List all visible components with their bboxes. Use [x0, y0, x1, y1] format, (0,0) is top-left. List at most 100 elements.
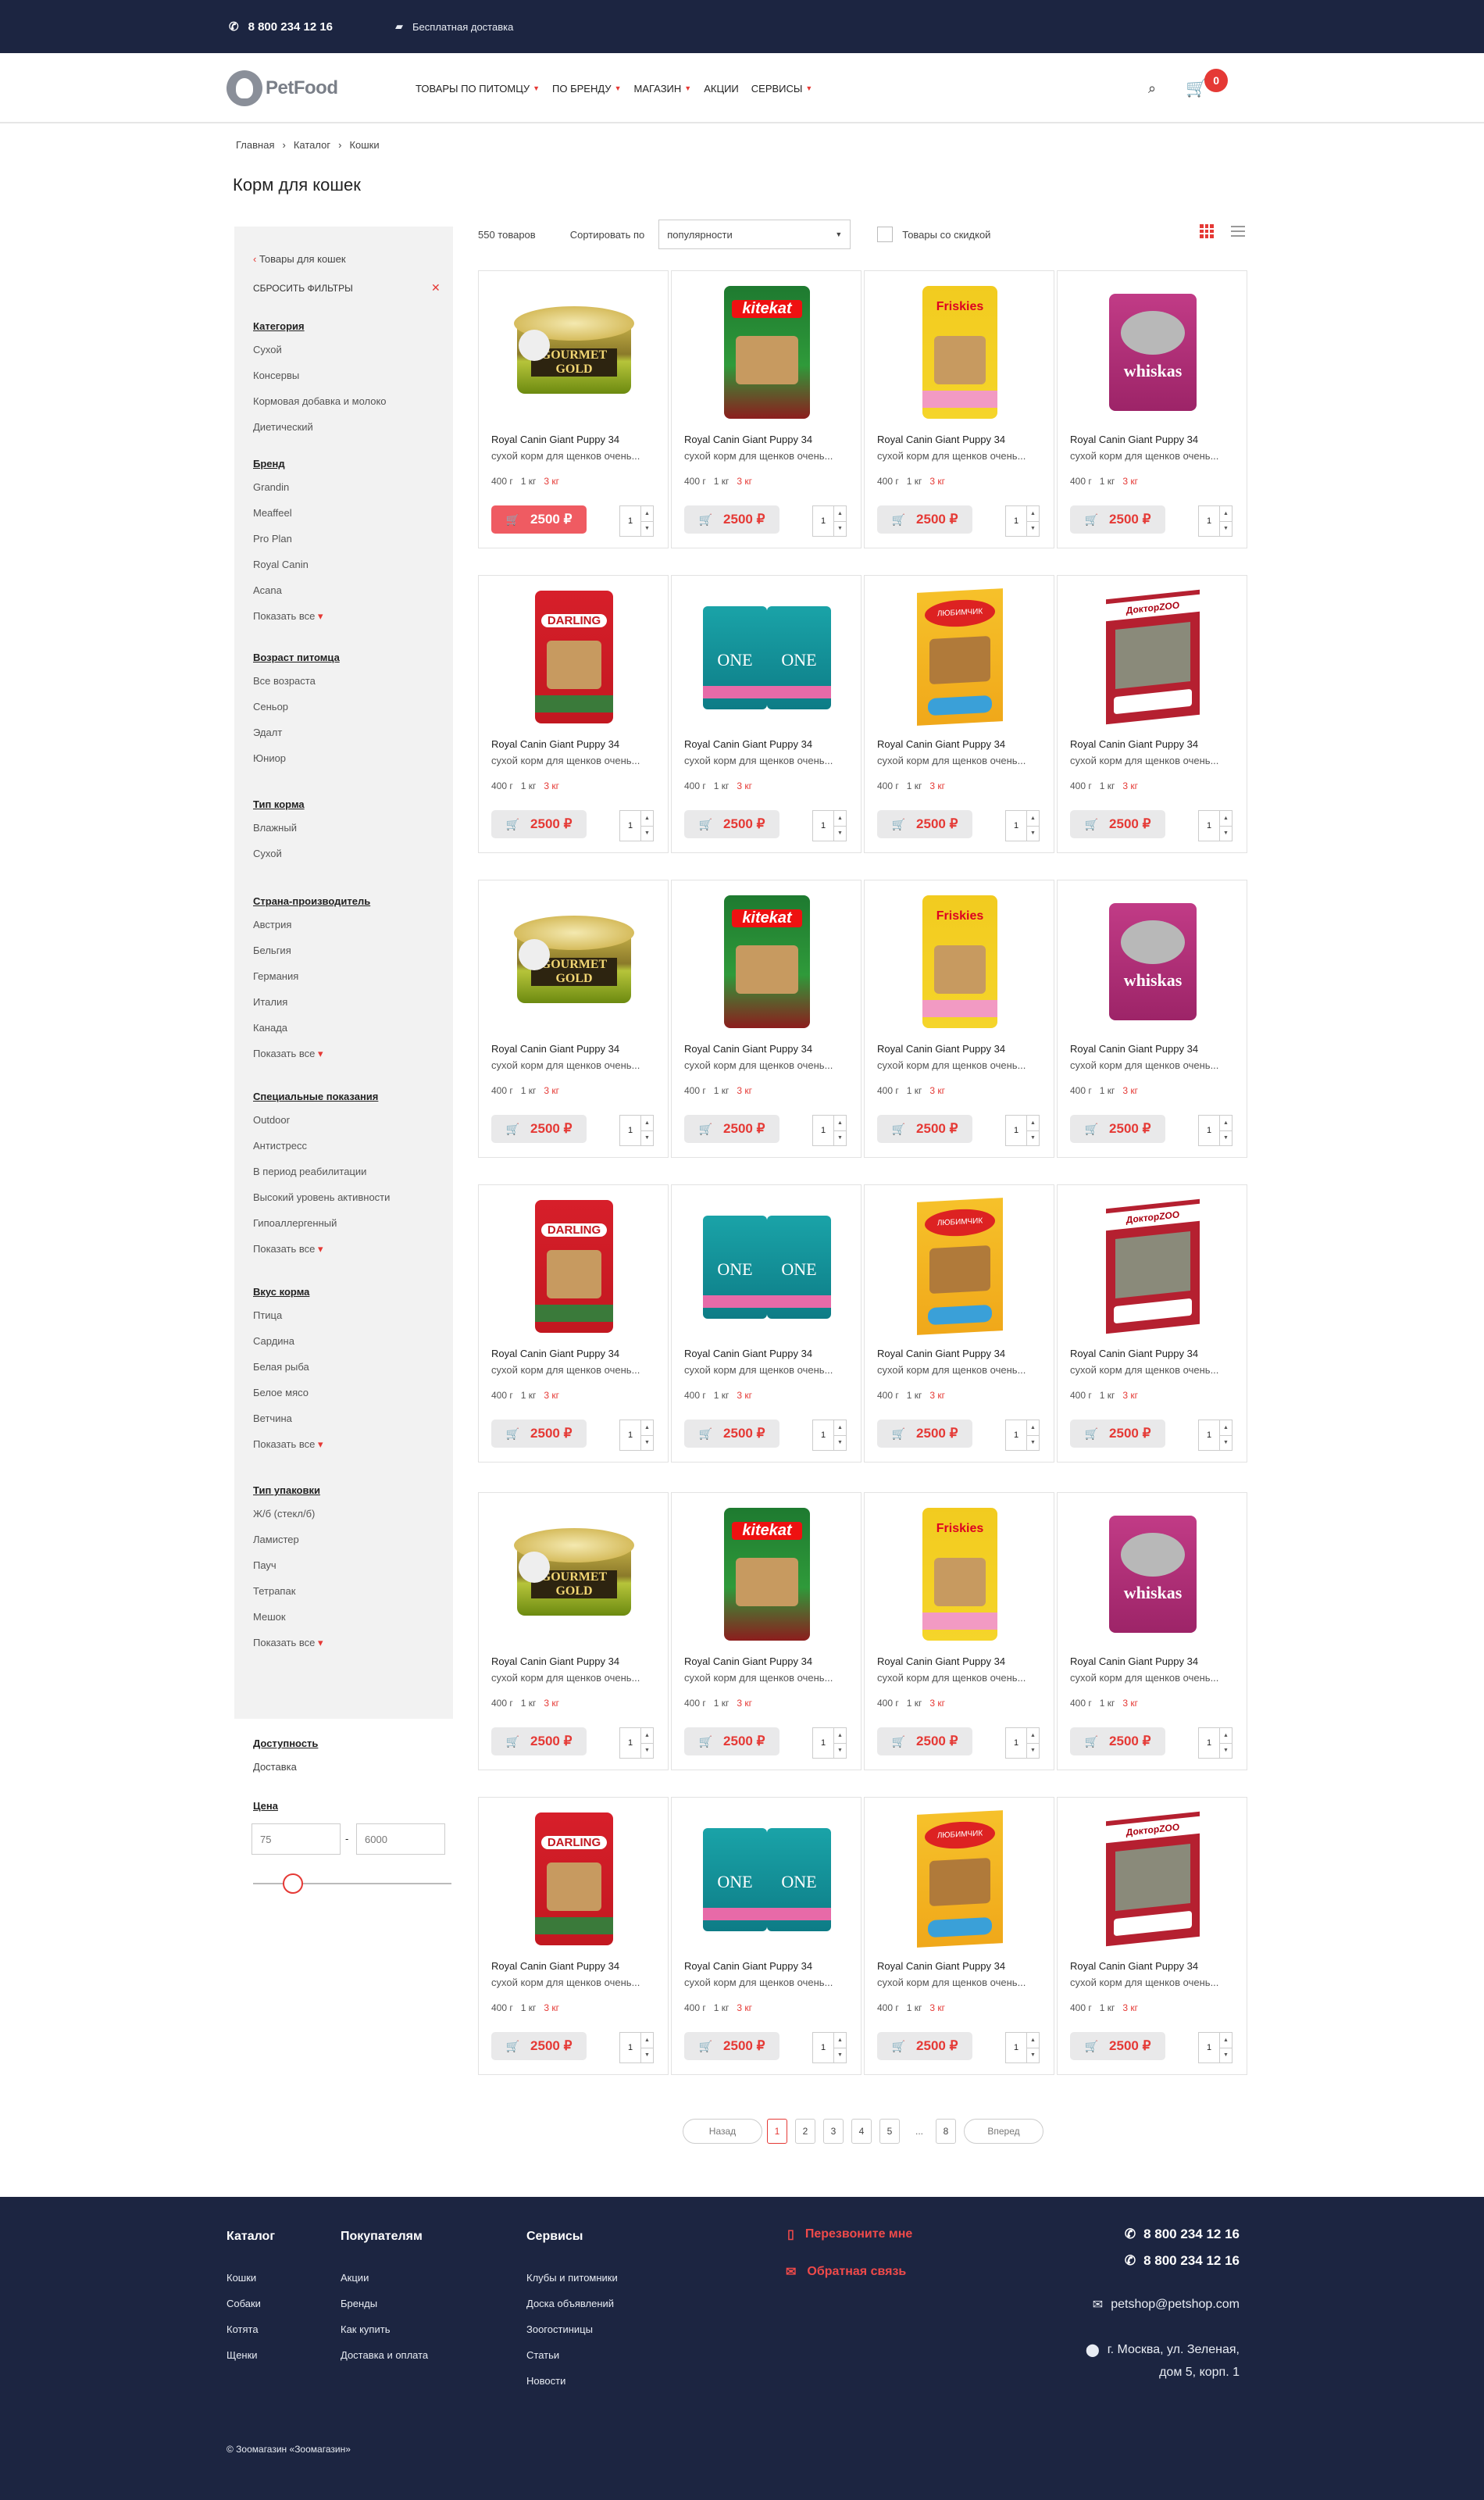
arrow-down-icon[interactable]: ▼ — [1027, 520, 1039, 537]
weight-option[interactable]: 1 кг — [907, 1085, 922, 1096]
arrow-down-icon[interactable]: ▼ — [1027, 825, 1039, 841]
product-card[interactable]: kitekat Royal Canin Giant Puppy 34 сухой к… — [671, 270, 862, 548]
arrow-down-icon[interactable]: ▼ — [834, 1434, 846, 1451]
product-name[interactable]: Royal Canin Giant Puppy 34 — [491, 1043, 619, 1055]
footer-link[interactable]: Кошки — [227, 2272, 256, 2284]
weight-option[interactable]: 3 кг — [929, 1085, 945, 1096]
weight-option[interactable]: 3 кг — [544, 780, 559, 791]
add-to-cart-button[interactable]: 🛒 2500 ₽ — [877, 1115, 972, 1143]
weight-option[interactable]: 1 кг — [907, 1390, 922, 1401]
add-to-cart-button[interactable]: 🛒 2500 ₽ — [877, 1420, 972, 1448]
weight-option[interactable]: 400 г — [684, 780, 706, 791]
product-name[interactable]: Royal Canin Giant Puppy 34 — [877, 1348, 1005, 1359]
search-icon[interactable]: ⌕ — [1148, 80, 1156, 97]
product-name[interactable]: Royal Canin Giant Puppy 34 — [877, 434, 1005, 445]
product-image[interactable]: Friskies — [882, 1504, 1038, 1645]
pagination-page[interactable]: 3 — [823, 2119, 844, 2144]
show-all-link[interactable]: Показать все ▾ — [253, 1637, 323, 1649]
add-to-cart-button[interactable]: 🛒 2500 ₽ — [491, 2032, 587, 2060]
product-card[interactable]: GOURMET GOLD Royal Canin Giant Puppy 34 сух… — [478, 270, 669, 548]
product-image[interactable]: GOURMET GOLD — [496, 1504, 652, 1645]
breadcrumb-item[interactable]: Главная — [236, 139, 274, 151]
product-name[interactable]: Royal Canin Giant Puppy 34 — [491, 434, 619, 445]
product-name[interactable]: Royal Canin Giant Puppy 34 — [684, 1655, 812, 1667]
weight-option[interactable]: 3 кг — [1122, 1698, 1138, 1709]
product-name[interactable]: Royal Canin Giant Puppy 34 — [1070, 1960, 1198, 1972]
quantity-stepper[interactable]: 1 ▲ ▼ — [812, 505, 847, 537]
add-to-cart-button[interactable]: 🛒 2500 ₽ — [491, 810, 587, 838]
pagination-page[interactable]: 2 — [795, 2119, 815, 2144]
quantity-value[interactable]: 1 — [1199, 1116, 1219, 1145]
quantity-stepper[interactable]: 1 ▲ ▼ — [619, 1420, 654, 1451]
weight-option[interactable]: 400 г — [877, 1698, 899, 1709]
filter-group-title[interactable]: Тип упаковки — [253, 1484, 320, 1496]
product-card[interactable]: Friskies Royal Canin Giant Puppy 34 сухой … — [864, 880, 1054, 1158]
quantity-value[interactable]: 1 — [1006, 506, 1026, 536]
arrow-down-icon[interactable]: ▼ — [1027, 1742, 1039, 1759]
footer-link[interactable]: Клубы и питомники — [526, 2272, 618, 2284]
weight-option[interactable]: 1 кг — [907, 476, 922, 487]
product-name[interactable]: Royal Canin Giant Puppy 34 — [491, 1655, 619, 1667]
arrow-up-icon[interactable]: ▲ — [834, 811, 846, 826]
add-to-cart-button[interactable]: 🛒 2500 ₽ — [684, 505, 779, 534]
weight-option[interactable]: 400 г — [684, 1085, 706, 1096]
quantity-value[interactable]: 1 — [1006, 1116, 1026, 1145]
price-range-handle[interactable] — [283, 1873, 303, 1894]
filter-option[interactable]: Outdoor — [253, 1114, 290, 1126]
sort-select[interactable]: популярности ▼ — [658, 220, 851, 249]
product-name[interactable]: Royal Canin Giant Puppy 34 — [877, 1043, 1005, 1055]
weight-option[interactable]: 1 кг — [1100, 1085, 1115, 1096]
filter-option[interactable]: Юниор — [253, 752, 286, 764]
arrow-up-icon[interactable]: ▲ — [834, 1728, 846, 1743]
product-image[interactable]: whiskas — [1075, 1504, 1231, 1645]
add-to-cart-button[interactable]: 🛒 2500 ₽ — [877, 1727, 972, 1755]
filter-option[interactable]: Влажный — [253, 822, 297, 834]
product-card[interactable]: ЛЮБИМЧИК Royal Canin Giant Puppy 34 сухой … — [864, 1797, 1054, 2075]
quantity-stepper[interactable]: 1 ▲ ▼ — [1198, 1115, 1233, 1146]
pagination-next[interactable]: Вперед — [964, 2119, 1043, 2144]
arrow-up-icon[interactable]: ▲ — [641, 1728, 653, 1743]
product-image[interactable]: whiskas — [1075, 282, 1231, 423]
filter-option[interactable]: Все возраста — [253, 675, 316, 687]
product-card[interactable]: Royal Canin Giant Puppy 34 сухой корм для… — [671, 575, 862, 853]
add-to-cart-button[interactable]: 🛒 2500 ₽ — [684, 810, 779, 838]
filter-group-title[interactable]: Тип корма — [253, 798, 305, 810]
product-name[interactable]: Royal Canin Giant Puppy 34 — [684, 1348, 812, 1359]
quantity-value[interactable]: 1 — [1199, 1420, 1219, 1450]
weight-option[interactable]: 400 г — [877, 476, 899, 487]
arrow-up-icon[interactable]: ▲ — [834, 2033, 846, 2048]
arrow-up-icon[interactable]: ▲ — [834, 506, 846, 521]
show-all-link[interactable]: Показать все ▾ — [253, 1048, 323, 1060]
weight-option[interactable]: 3 кг — [1122, 780, 1138, 791]
weight-option[interactable]: 1 кг — [907, 2002, 922, 2013]
quantity-stepper[interactable]: 1 ▲ ▼ — [812, 1727, 847, 1759]
product-card[interactable]: GOURMET GOLD Royal Canin Giant Puppy 34 сух… — [478, 1492, 669, 1770]
arrow-up-icon[interactable]: ▲ — [641, 506, 653, 521]
add-to-cart-button[interactable]: 🛒 2500 ₽ — [684, 1420, 779, 1448]
arrow-up-icon[interactable]: ▲ — [1027, 1420, 1039, 1435]
arrow-up-icon[interactable]: ▲ — [641, 1116, 653, 1130]
footer-link[interactable]: Доставка и оплата — [341, 2349, 428, 2361]
product-image[interactable]: GOURMET GOLD — [496, 282, 652, 423]
arrow-up-icon[interactable]: ▲ — [1027, 2033, 1039, 2048]
arrow-down-icon[interactable]: ▼ — [641, 825, 653, 841]
product-name[interactable]: Royal Canin Giant Puppy 34 — [491, 1960, 619, 1972]
quantity-stepper[interactable]: 1 ▲ ▼ — [1198, 505, 1233, 537]
add-to-cart-button[interactable]: 🛒 2500 ₽ — [1070, 1727, 1165, 1755]
filter-option[interactable]: Ламистер — [253, 1534, 299, 1545]
add-to-cart-button[interactable]: 🛒 2500 ₽ — [1070, 2032, 1165, 2060]
weight-option[interactable]: 400 г — [1070, 476, 1092, 487]
weight-option[interactable]: 3 кг — [544, 1698, 559, 1709]
nav-item[interactable]: МАГАЗИН ▼ — [634, 83, 692, 95]
weight-option[interactable]: 3 кг — [1122, 1085, 1138, 1096]
price-max-input[interactable]: 6000 — [356, 1823, 445, 1855]
weight-option[interactable]: 400 г — [491, 1390, 513, 1401]
add-to-cart-button[interactable]: 🛒 2500 ₽ — [877, 505, 972, 534]
quantity-value[interactable]: 1 — [1006, 1728, 1026, 1758]
filter-option[interactable]: Высокий уровень активности — [253, 1191, 390, 1203]
cart-button[interactable]: 🛒 0 — [1186, 69, 1229, 98]
product-name[interactable]: Royal Canin Giant Puppy 34 — [684, 434, 812, 445]
weight-option[interactable]: 3 кг — [1122, 476, 1138, 487]
add-to-cart-button[interactable]: 🛒 2500 ₽ — [491, 1115, 587, 1143]
arrow-down-icon[interactable]: ▼ — [834, 825, 846, 841]
